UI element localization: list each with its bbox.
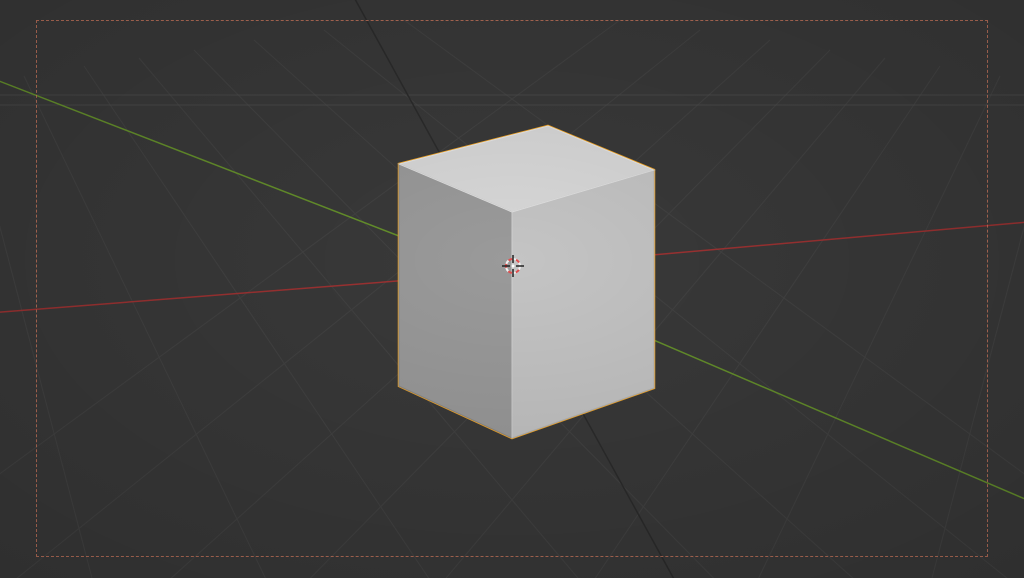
- cursor-3d: [0, 0, 1024, 578]
- viewport-3d[interactable]: [0, 0, 1024, 578]
